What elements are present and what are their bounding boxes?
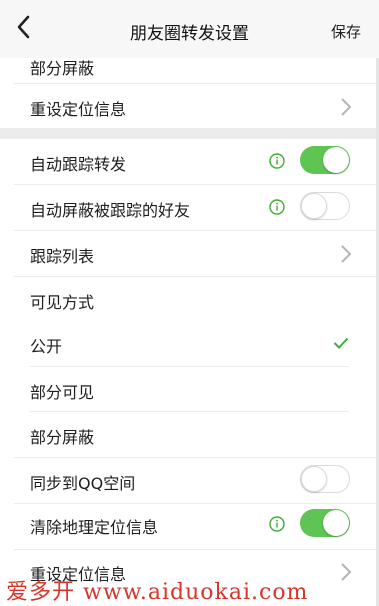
toggle-knob xyxy=(301,193,327,219)
auto-block-friends-toggle[interactable] xyxy=(300,192,350,220)
toggle-knob xyxy=(301,466,327,492)
row-label: 部分屏蔽 xyxy=(30,59,95,78)
row-label: 同步到QQ空间 xyxy=(30,474,136,493)
info-circle-icon[interactable] xyxy=(269,199,285,215)
row-label: 跟踪列表 xyxy=(30,247,95,266)
list-item-auto-follow-forward: 自动跟踪转发 xyxy=(0,139,379,184)
row-label: 部分可见 xyxy=(30,383,95,402)
list-item-partial-block[interactable]: 部分屏蔽 xyxy=(0,412,379,457)
chevron-right-icon xyxy=(341,563,352,581)
row-label: 可见方式 xyxy=(30,293,95,312)
checkmark-icon xyxy=(333,337,349,349)
list-item-follow-list[interactable]: 跟踪列表 xyxy=(0,231,379,276)
row-label: 部分屏蔽 xyxy=(30,428,95,447)
list-item-clear-location: 清除地理定位信息 xyxy=(0,504,379,549)
nav-bar: 朋友圈转发设置 保存 xyxy=(0,0,379,58)
page-title: 朋友圈转发设置 xyxy=(130,24,249,44)
sync-qq-space-toggle[interactable] xyxy=(300,465,350,493)
section-gap xyxy=(0,128,379,139)
info-circle-icon[interactable] xyxy=(269,516,285,532)
row-label: 公开 xyxy=(30,337,63,356)
clear-location-toggle[interactable] xyxy=(300,509,350,537)
list-item-partial-visible[interactable]: 部分可见 xyxy=(0,367,379,411)
toggle-knob xyxy=(323,147,349,173)
row-label: 清除地理定位信息 xyxy=(30,518,159,537)
list-item-sync-qq-space: 同步到QQ空间 xyxy=(0,458,379,503)
watermark: 爱多开 www.aiduokai.com xyxy=(6,580,309,605)
row-label: 重设定位信息 xyxy=(30,100,127,119)
section-header-visibility: 可见方式 xyxy=(0,277,379,321)
list-item-partial-block-top[interactable]: 部分屏蔽 xyxy=(0,58,379,82)
list-item-auto-block-friends: 自动屏蔽被跟踪的好友 xyxy=(0,185,379,230)
chevron-right-icon xyxy=(341,245,352,263)
row-label: 自动跟踪转发 xyxy=(30,155,127,174)
save-button[interactable]: 保存 xyxy=(331,21,361,42)
list-item-reset-location-top[interactable]: 重设定位信息 xyxy=(0,84,379,128)
info-circle-icon[interactable] xyxy=(269,153,285,169)
chevron-right-icon xyxy=(341,98,352,116)
row-label: 自动屏蔽被跟踪的好友 xyxy=(30,201,191,220)
auto-follow-forward-toggle[interactable] xyxy=(300,146,350,174)
toggle-knob xyxy=(323,510,349,536)
list-item-public[interactable]: 公开 xyxy=(0,321,379,366)
